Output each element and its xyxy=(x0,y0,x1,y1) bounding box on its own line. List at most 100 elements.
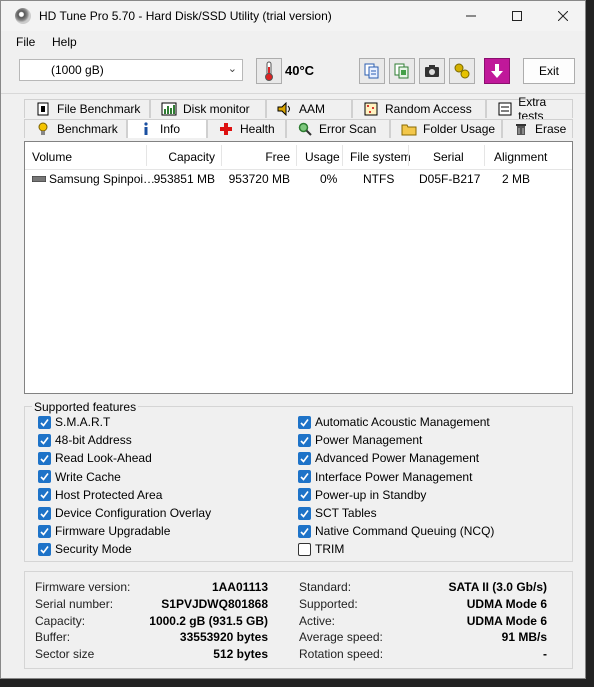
chevron-down-icon: ⌄ xyxy=(227,63,237,75)
info-value: 1000.2 gB (931.5 GB) xyxy=(149,613,268,628)
copy-text-button[interactable] xyxy=(359,58,385,84)
exit-button[interactable]: Exit xyxy=(523,58,575,84)
info-value: SATA II (3.0 Gb/s) xyxy=(448,580,547,594)
volume-list[interactable]: Volume Capacity Free Usage File system S… xyxy=(24,141,573,394)
column-header-file-system[interactable]: File system xyxy=(350,150,411,164)
feature-checkbox[interactable]: 48-bit Address xyxy=(38,432,132,448)
table-row[interactable]: Samsung Spinpoi… 953851 MB 953720 MB 0% … xyxy=(25,169,572,189)
supported-features-label: Supported features xyxy=(32,400,139,414)
close-button[interactable] xyxy=(540,1,586,31)
temperature-button[interactable] xyxy=(256,58,282,84)
column-header-alignment[interactable]: Alignment xyxy=(494,150,547,164)
app-window: HD Tune Pro 5.70 - Hard Disk/SSD Utility… xyxy=(0,0,586,679)
column-header-free[interactable]: Free xyxy=(222,150,290,164)
drive-icon xyxy=(32,176,46,182)
feature-checkbox[interactable]: Write Cache xyxy=(38,469,121,485)
info-label: Serial number: xyxy=(35,596,114,611)
info-label: Supported: xyxy=(299,596,358,611)
save-button[interactable] xyxy=(484,58,510,84)
column-header-usage[interactable]: Usage xyxy=(305,150,340,164)
tab-folder-usage[interactable]: Folder Usage xyxy=(390,119,502,138)
feature-checkbox[interactable]: SCT Tables xyxy=(298,505,377,521)
alignment-cell: 2 MB xyxy=(502,172,531,186)
checkmark-icon xyxy=(38,451,51,465)
column-divider xyxy=(408,145,409,166)
camera-icon xyxy=(425,65,439,77)
folder-icon xyxy=(401,122,417,136)
feature-checkbox[interactable]: Security Mode xyxy=(38,541,132,557)
feature-label: Native Command Queuing (NCQ) xyxy=(315,524,495,539)
checkmark-icon xyxy=(298,470,311,484)
screenshot-button[interactable] xyxy=(419,58,445,84)
disk-monitor-icon xyxy=(161,102,177,116)
info-label: Average speed: xyxy=(299,630,383,645)
checkmark-icon xyxy=(298,524,311,538)
tab-label: Health xyxy=(240,122,275,136)
checkmark-icon xyxy=(38,470,51,484)
maximize-button[interactable] xyxy=(494,1,540,31)
feature-label: Write Cache xyxy=(55,469,121,484)
info-value: 512 bytes xyxy=(213,647,268,662)
column-header-volume[interactable]: Volume xyxy=(32,150,72,164)
feature-checkbox[interactable]: Power Management xyxy=(298,432,422,448)
tab-random-access[interactable]: Random Access xyxy=(352,99,486,118)
volume-cell: Samsung Spinpoi… xyxy=(32,172,155,186)
feature-checkbox[interactable]: Firmware Upgradable xyxy=(38,523,170,539)
magnifier-icon xyxy=(297,122,313,136)
column-header-serial[interactable]: Serial xyxy=(433,150,464,164)
tab-disk-monitor[interactable]: Disk monitor xyxy=(150,99,266,118)
checkmark-icon xyxy=(298,451,311,465)
free-cell: 953720 MB xyxy=(228,172,290,186)
file-benchmark-icon xyxy=(35,102,51,116)
feature-label: Interface Power Management xyxy=(315,469,473,484)
info-value: UDMA Mode 6 xyxy=(466,613,547,628)
minimize-button[interactable] xyxy=(448,1,494,31)
info-value: 91 MB/s xyxy=(501,630,547,645)
feature-checkbox[interactable]: Host Protected Area xyxy=(38,487,162,503)
feature-label: S.M.A.R.T xyxy=(55,415,111,429)
tab-erase[interactable]: Erase xyxy=(502,119,573,138)
checkmark-icon xyxy=(298,415,311,429)
checkbox-empty-icon xyxy=(298,542,311,556)
copy-screenshot-button[interactable] xyxy=(389,58,415,84)
feature-checkbox[interactable]: S.M.A.R.T xyxy=(38,414,110,430)
feature-label: Host Protected Area xyxy=(55,487,163,502)
drive-select[interactable]: (1000 gB) ⌄ xyxy=(19,59,243,81)
info-label: Standard: xyxy=(299,580,352,594)
tab-extra-tests[interactable]: Extra tests xyxy=(486,95,573,123)
tab-label: Benchmark xyxy=(57,122,118,136)
options-button[interactable] xyxy=(449,58,475,84)
column-header-capacity[interactable]: Capacity xyxy=(147,150,215,164)
tab-info[interactable]: Info xyxy=(127,119,207,138)
feature-checkbox[interactable]: Read Look-Ahead xyxy=(38,450,152,466)
tab-aam[interactable]: AAM xyxy=(266,99,352,118)
tab-label: Disk monitor xyxy=(183,102,250,116)
feature-checkbox[interactable]: Native Command Queuing (NCQ) xyxy=(298,523,494,539)
feature-checkbox[interactable]: Advanced Power Management xyxy=(298,450,479,466)
feature-label: Security Mode xyxy=(55,542,132,557)
menu-file[interactable]: File xyxy=(16,35,35,49)
tools-icon xyxy=(454,63,470,79)
checkmark-icon xyxy=(298,433,311,447)
tab-file-benchmark[interactable]: File Benchmark xyxy=(24,99,150,118)
feature-checkbox[interactable]: Device Configuration Overlay xyxy=(38,505,211,521)
column-divider xyxy=(342,145,343,166)
checkmark-icon xyxy=(38,433,51,447)
temperature-readout: 40°C xyxy=(285,63,315,78)
feature-checkbox[interactable]: TRIM xyxy=(298,541,344,557)
feature-checkbox[interactable]: Interface Power Management xyxy=(298,469,472,485)
checkmark-icon xyxy=(38,524,51,538)
menu-bar: File Help xyxy=(1,31,585,53)
info-label: Capacity: xyxy=(35,613,86,628)
thermometer-icon xyxy=(265,61,273,81)
menu-help[interactable]: Help xyxy=(52,35,77,49)
tab-benchmark[interactable]: Benchmark xyxy=(24,119,127,138)
tab-label: Info xyxy=(160,122,181,136)
checkmark-icon xyxy=(38,506,51,520)
feature-checkbox[interactable]: Automatic Acoustic Management xyxy=(298,414,490,430)
tab-label: Error Scan xyxy=(319,122,377,136)
tab-health[interactable]: Health xyxy=(207,119,286,138)
feature-checkbox[interactable]: Power-up in Standby xyxy=(298,487,426,503)
tab-error-scan[interactable]: Error Scan xyxy=(286,119,390,138)
trash-icon xyxy=(513,122,529,136)
